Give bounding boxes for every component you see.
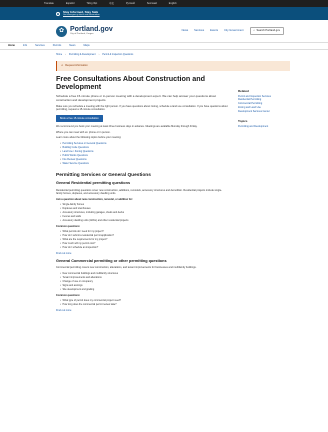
rose-logo-icon: ✿: [56, 25, 67, 37]
related-link[interactable]: Permit and Inspection Services: [238, 95, 290, 98]
list-item: Tenant improvements and alterations: [60, 276, 228, 279]
page-title: Free Consultations About Construction an…: [56, 74, 206, 92]
site-name: Portland.gov: [70, 26, 113, 34]
section-heading: Permitting Services or General Questions: [56, 172, 151, 178]
list-item: Duplexes and townhouses: [60, 207, 228, 210]
commercial-list: New commercial buildings and multifamily…: [60, 272, 228, 292]
subnav-maps[interactable]: Maps: [83, 44, 89, 47]
topics-intro: Learn more about the following topics be…: [56, 136, 122, 140]
related-heading: Related: [238, 89, 249, 94]
commercial-questions-list: What type of permit does my commercial p…: [60, 299, 228, 307]
common-questions-label: Common questions:: [56, 293, 81, 297]
related-link[interactable]: Development Services Center: [238, 110, 290, 113]
emergency-alert-bar: i Stay Informed, Stay Safe Get emergency…: [0, 7, 328, 20]
list-item: How do I schedule an inspection?: [60, 246, 228, 249]
residential-questions-list: What permits do I need for my project? H…: [60, 230, 228, 250]
site-logo[interactable]: ✿ Portland.gov City of Portland, Oregon: [56, 25, 113, 37]
nav-city-government[interactable]: City Government: [224, 29, 243, 33]
subnav-news[interactable]: News: [69, 44, 75, 47]
lang-link[interactable]: Translate: [44, 2, 54, 5]
info-icon: i: [56, 11, 60, 16]
schedule-note: We recommend you book your meeting at le…: [56, 124, 198, 128]
book-consultation-button[interactable]: Book a free 15-minute consultation: [56, 115, 103, 122]
topic-link-list: Permitting Services or General Questions…: [60, 142, 228, 166]
list-item: What permits do I need for my project?: [60, 230, 228, 233]
sub-navigation: Home Info Services Permits News Maps: [0, 42, 328, 50]
lang-link[interactable]: 中文: [109, 2, 114, 5]
common-questions-label: Common questions:: [56, 225, 81, 228]
list-item: Fences and walls: [60, 215, 228, 218]
section-paragraph: Residential permitting questions cover n…: [56, 188, 222, 195]
warning-icon: ⚠: [61, 64, 64, 68]
list-item: How do I submit a residential permit app…: [60, 234, 228, 237]
language-bar: Translate Español Tiếng Việt 中文 Русский …: [0, 0, 328, 7]
list-item: Signs and awnings: [60, 284, 228, 287]
related-link[interactable]: Residential Permitting: [238, 98, 290, 101]
list-item: What type of permit does my commercial p…: [60, 299, 228, 302]
main-area: Free Consultations About Construction an…: [0, 71, 328, 314]
residential-list: Single-family homes Duplexes and townhou…: [60, 203, 228, 223]
list-item[interactable]: Public Works Questions: [60, 154, 228, 157]
ask-label: Ask a question about new construction, r…: [56, 197, 133, 201]
nav-news[interactable]: News: [182, 29, 189, 33]
sidebar: Related Permit and Inspection Services R…: [238, 75, 290, 314]
breadcrumb-item[interactable]: Permit & Inspection Questions: [102, 54, 133, 57]
related-link[interactable]: Zoning and Land Use: [238, 106, 290, 109]
subsection-heading: General Residential permitting questions: [56, 181, 131, 186]
related-link[interactable]: Commercial Permitting: [238, 102, 290, 105]
lang-link[interactable]: English: [169, 2, 177, 5]
list-item[interactable]: Building Code Questions: [60, 146, 228, 149]
list-item: What are the requirements for my project…: [60, 238, 228, 241]
subsection-heading: General Commercial permitting or other p…: [56, 258, 167, 263]
intro-paragraph: Make sure you schedule a meeting with th…: [56, 105, 228, 112]
list-item: Site development and grading: [60, 288, 228, 291]
list-item[interactable]: Permitting Services or General Questions: [60, 142, 228, 145]
list-item: Single-family homes: [60, 203, 228, 206]
alert-link[interactable]: Get emergency alerts and information: [63, 14, 100, 17]
section-paragraph: Commercial permitting covers new constru…: [56, 265, 197, 269]
list-item[interactable]: Land Use / Zoning Questions: [60, 150, 228, 153]
list-item: New commercial buildings and multifamily…: [60, 272, 228, 275]
page-alert-text[interactable]: Request information: [65, 64, 87, 67]
lang-link[interactable]: Soomaali: [147, 2, 157, 5]
nav-services[interactable]: Services: [194, 29, 204, 33]
topics-block: Topics Permitting and Development: [238, 119, 290, 128]
list-item[interactable]: Water Service Questions: [60, 162, 228, 165]
subnav-permits[interactable]: Permits: [53, 44, 61, 47]
breadcrumb-separator-icon: ›: [98, 54, 100, 56]
list-item: Accessory dwelling units (ADUs) and othe…: [60, 219, 228, 222]
subnav-home[interactable]: Home: [8, 44, 15, 47]
find-out-more-link[interactable]: Find out more: [56, 252, 228, 255]
list-item: How long does the commercial permit revi…: [60, 303, 228, 306]
lang-link[interactable]: Español: [66, 2, 75, 5]
search-label: Search Portland.gov: [256, 29, 280, 33]
lang-link[interactable]: Русский: [126, 2, 135, 5]
header-nav: News Services Events City Government ⌕ S…: [182, 27, 284, 35]
breadcrumb-separator-icon: ›: [65, 54, 66, 56]
search-icon: ⌕: [253, 29, 255, 33]
main-content: Free Consultations About Construction an…: [56, 75, 228, 314]
list-item[interactable]: Fire Review Questions: [60, 158, 228, 161]
meeting-location-note: Where you can meet with us: phone or in …: [56, 130, 111, 134]
topic-link[interactable]: Permitting and Development: [238, 125, 290, 128]
header-search-button[interactable]: ⌕ Search Portland.gov: [249, 27, 284, 35]
subnav-services[interactable]: Services: [35, 44, 45, 47]
breadcrumb-item[interactable]: Home: [56, 54, 62, 57]
list-item: How much will my permit cost?: [60, 242, 228, 245]
site-header: ✿ Portland.gov City of Portland, Oregon …: [0, 20, 328, 42]
site-subtitle: City of Portland, Oregon: [70, 33, 94, 36]
breadcrumb-item[interactable]: Permitting & Development: [69, 54, 96, 57]
nav-events[interactable]: Events: [210, 29, 218, 33]
topics-heading: Topics: [238, 119, 248, 124]
page-alert: ⚠ Request information: [56, 61, 290, 72]
breadcrumb: Home › Permitting & Development › Permit…: [0, 50, 328, 57]
list-item: Accessory structures, including garages,…: [60, 211, 228, 214]
subnav-info[interactable]: Info: [23, 44, 27, 47]
list-item: Change of use or occupancy: [60, 280, 228, 283]
related-block: Related Permit and Inspection Services R…: [238, 89, 290, 113]
lang-link[interactable]: Tiếng Việt: [87, 2, 98, 5]
lead-paragraph: Schedule a free 15-minute phone or in-pe…: [56, 93, 216, 102]
find-out-more-link[interactable]: Find out more: [56, 309, 228, 312]
